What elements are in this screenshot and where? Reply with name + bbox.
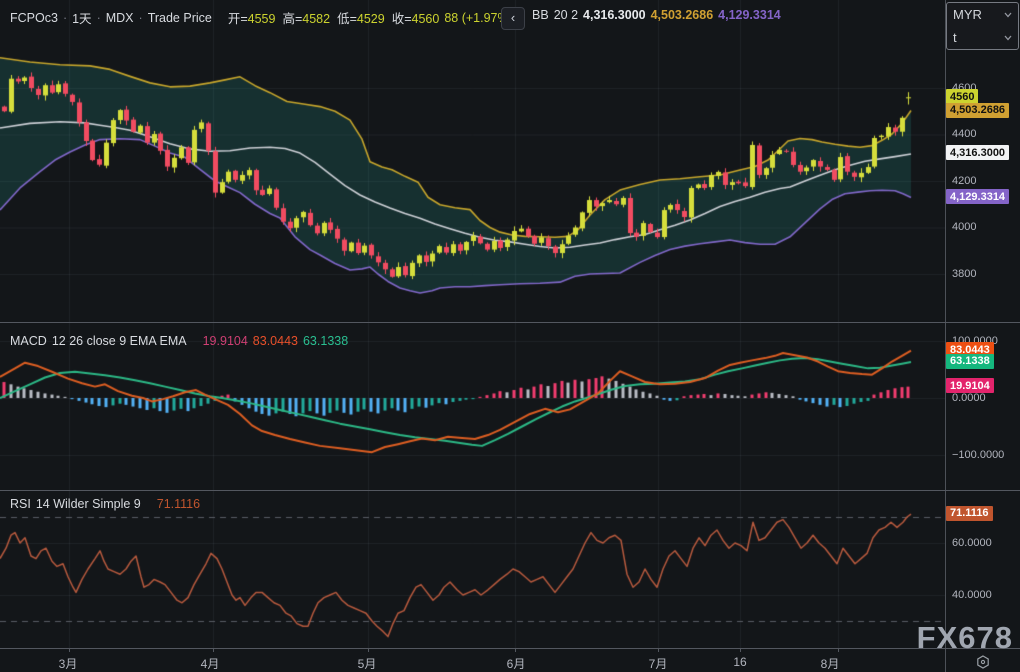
macd-title: MACD <box>10 334 47 348</box>
time-axis-border <box>0 648 1020 649</box>
time-axis-label: 8月 <box>821 655 840 672</box>
rsi-badge: 71.1116 <box>946 506 993 521</box>
time-axis-tick <box>213 648 214 652</box>
pane-divider-macd[interactable] <box>0 322 1020 323</box>
macd-hist-value: 19.9104 <box>203 334 248 348</box>
bb-legend: BB 20 2 4,316.3000 4,503.2686 4,129.3314 <box>532 8 781 22</box>
rsi-tick-label: 60.0000 <box>952 537 992 549</box>
bb-lower-badge: 4,129.3314 <box>946 189 1009 204</box>
chevron-down-icon <box>1004 12 1012 18</box>
bb-upper-badge: 4,503.2686 <box>946 103 1009 118</box>
time-axis-tick <box>838 648 839 652</box>
chevron-down-icon <box>1004 35 1012 41</box>
unit-selector[interactable]: t <box>947 26 1018 49</box>
scale-selectors: MYR t <box>946 2 1019 50</box>
last-price-badge: 4560 <box>946 89 978 104</box>
exchange-label: MDX <box>106 11 134 25</box>
time-axis-tick <box>515 648 516 652</box>
macd-tick-label: −100.0000 <box>952 449 1004 461</box>
interval-label: 1天 <box>72 8 91 27</box>
ohlc-values: 开=4559 高=4582 低=4529 收=4560 <box>228 8 440 27</box>
bb-lower-value: 4,129.3314 <box>718 8 781 22</box>
time-axis-label: 5月 <box>358 655 377 672</box>
macd-legend: MACD 12 26 close 9 EMA EMA 19.9104 83.04… <box>10 334 348 348</box>
bb-title: BB <box>532 8 549 22</box>
symbol-legend: FCPOc3 · 1天 · MDX · Trade Price 开=4559 高=… <box>10 8 513 27</box>
macd-signal-value: 63.1338 <box>303 334 348 348</box>
time-axis-label: 16 <box>733 655 746 669</box>
rsi-value: 71.1116 <box>157 497 200 511</box>
price-tick-label: 3800 <box>952 268 976 280</box>
separator: · <box>97 11 101 25</box>
time-axis-tick <box>69 648 70 652</box>
time-axis-label: 4月 <box>201 655 220 672</box>
ohlc-item: 低=4529 <box>337 8 385 27</box>
time-axis-tick <box>368 648 369 652</box>
price-type-label: Trade Price <box>148 11 212 25</box>
price-tick-label: 4000 <box>952 221 976 233</box>
macd-tick-label: 0.0000 <box>952 392 986 404</box>
time-axis-label: 7月 <box>649 655 668 672</box>
bb-basis-badge: 4,316.3000 <box>946 145 1009 160</box>
pane-divider-rsi[interactable] <box>0 490 1020 491</box>
price-tick-label: 4200 <box>952 175 976 187</box>
macd-line-value: 83.0443 <box>253 334 298 348</box>
macd-params: 12 26 close 9 EMA EMA <box>52 334 187 348</box>
macd-hist-badge: 19.9104 <box>946 378 994 393</box>
ohlc-item: 高=4582 <box>282 8 330 27</box>
currency-selector[interactable]: MYR <box>947 3 1018 26</box>
bb-basis-value: 4,316.3000 <box>583 8 646 22</box>
rsi-params: 14 Wilder Simple 9 <box>36 497 141 511</box>
chart-settings-icon[interactable] <box>975 654 991 670</box>
rsi-title: RSI <box>10 497 31 511</box>
collapse-legend-button[interactable]: ‹ <box>501 7 525 30</box>
separator: · <box>63 11 67 25</box>
time-axis-label: 3月 <box>59 655 78 672</box>
rsi-tick-label: 40.0000 <box>952 589 992 601</box>
fx678-watermark: FX678 <box>917 620 1013 656</box>
time-axis-tick <box>740 648 741 652</box>
separator: · <box>139 11 143 25</box>
symbol-name: FCPOc3 <box>10 11 58 25</box>
ohlc-item: 收=4560 <box>392 8 440 27</box>
price-tick-label: 4400 <box>952 128 976 140</box>
ohlc-item: 开=4559 <box>228 8 276 27</box>
trading-chart-window: FCPOc3 · 1天 · MDX · Trade Price 开=4559 高=… <box>0 0 1020 672</box>
time-axis-tick <box>658 648 659 652</box>
chart-canvas[interactable] <box>0 0 945 648</box>
time-axis-label: 6月 <box>507 655 526 672</box>
rsi-legend: RSI 14 Wilder Simple 9 71.1116 <box>10 497 200 511</box>
unit-value: t <box>953 30 957 45</box>
macd-signal-badge: 63.1338 <box>946 354 994 369</box>
bb-params: 20 2 <box>554 8 578 22</box>
currency-value: MYR <box>953 7 982 22</box>
bb-upper-value: 4,503.2686 <box>651 8 714 22</box>
